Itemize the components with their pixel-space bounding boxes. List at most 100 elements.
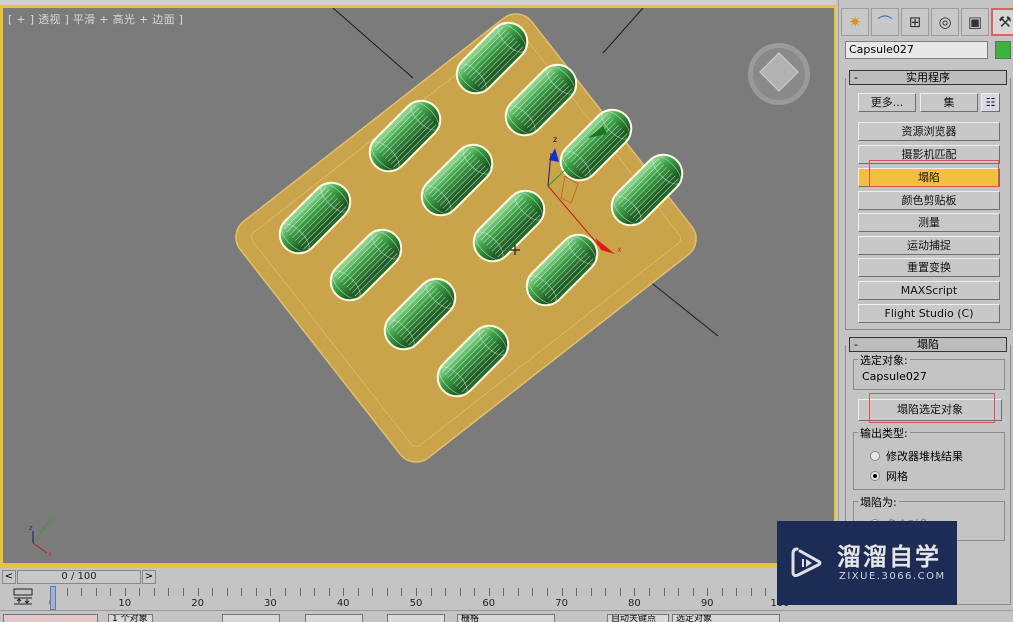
ruler-tick (343, 588, 345, 596)
ruler-tick (474, 588, 476, 596)
ruler-label: 20 (191, 598, 204, 609)
radio-modifier-stack-result[interactable]: 修改器堆栈结果 (870, 448, 963, 464)
maxscript-listener[interactable] (3, 614, 98, 622)
svg-text:z: z (29, 524, 33, 532)
curve-editor-toggle-icon[interactable] (12, 588, 34, 606)
ruler-label: 30 (264, 598, 277, 609)
time-slider-thumb[interactable]: 0 / 100 (17, 570, 141, 584)
next-frame-button[interactable]: > (142, 570, 156, 584)
viewcube[interactable] (748, 43, 810, 105)
z-coordinate-field[interactable] (387, 614, 445, 622)
ruler-tick (95, 588, 97, 596)
object-color-swatch[interactable] (995, 41, 1011, 59)
utility-button[interactable]: Flight Studio (C) (858, 304, 1000, 323)
radio-button[interactable] (870, 451, 880, 461)
utility-button[interactable]: 摄影机匹配 (858, 145, 1000, 164)
ruler-tick (459, 588, 461, 596)
auto-key-button[interactable]: 自动关键点 (607, 614, 669, 622)
play-logo-icon (791, 547, 822, 578)
ruler-tick (314, 588, 316, 596)
ruler-tick (270, 588, 272, 596)
ruler-tick (707, 588, 709, 596)
hierarchy-icon: ⊞ (908, 13, 922, 31)
tab-hierarchy[interactable]: ⊞ (901, 8, 929, 36)
ruler-tick (299, 588, 301, 596)
viewcube-box-icon[interactable] (759, 52, 799, 92)
ruler-tick (255, 588, 257, 596)
ruler-tick (765, 588, 767, 596)
time-slider[interactable]: < 0 / 100 > (0, 566, 836, 584)
axis-tripod-icon: y z x (29, 516, 52, 558)
radio-label: 修改器堆栈结果 (886, 450, 963, 463)
scene-canvas[interactable]: x z (3, 8, 836, 566)
y-coordinate-field[interactable] (305, 614, 363, 622)
ruler-tick (153, 588, 155, 596)
ruler-tick (183, 588, 185, 596)
grid-label: 栅格 (457, 614, 555, 622)
utility-button[interactable]: 重置变换 (858, 258, 1000, 277)
ruler-tick (139, 588, 141, 596)
key-filter-dropdown[interactable]: 选定对象 (672, 614, 780, 622)
perspective-viewport[interactable]: x z [ + ] 透视 ] 平滑 + 高光 + 边面 ] y z x (0, 5, 836, 566)
trackbar[interactable]: 0102030405060708090100 (0, 584, 790, 610)
ruler-tick (212, 588, 214, 596)
ruler-tick (430, 588, 432, 596)
modify-arc-icon: ⌒ (877, 13, 893, 32)
viewport-label[interactable]: [ + ] 透视 ] 平滑 + 高光 + 边面 ] (8, 11, 183, 27)
display-icon: ▣ (967, 13, 983, 31)
ruler-label: 80 (628, 598, 641, 609)
ruler-tick (648, 588, 650, 596)
world-grid-line (602, 8, 644, 54)
tab-utilities[interactable]: ⚒ (991, 8, 1013, 36)
ruler-tick (503, 588, 505, 596)
ruler-tick (561, 588, 563, 596)
utility-button[interactable]: 测量 (858, 213, 1000, 232)
utility-button[interactable]: MAXScript (858, 281, 1000, 300)
utility-button[interactable]: 运动捕捉 (858, 236, 1000, 255)
ruler-tick (328, 588, 330, 596)
watermark-title: 溜溜自学 (837, 543, 941, 571)
ruler-tick (619, 588, 621, 596)
radio-mesh[interactable]: 网格 (870, 468, 908, 484)
utility-button[interactable]: 颜色剪贴板 (858, 191, 1000, 210)
trackbar-ruler[interactable]: 0102030405060708090100 (49, 586, 790, 610)
ruler-tick (284, 588, 286, 596)
object-name-field[interactable]: Capsule027 (845, 41, 988, 59)
selected-object-value: Capsule027 (862, 370, 927, 383)
command-panel-tabs: ✷ ⌒ ⊞ ◎ ▣ ⚒ (841, 8, 1013, 36)
ruler-tick (634, 588, 636, 596)
selected-objects-group: 选定对象: Capsule027 (853, 352, 1005, 390)
time-cursor[interactable] (50, 586, 56, 610)
status-bar: 1 个对象 栅格 自动关键点 选定对象 (0, 610, 1013, 622)
z-axis-label: z (553, 135, 557, 144)
hammer-icon: ⚒ (998, 13, 1012, 31)
tab-modify[interactable]: ⌒ (871, 8, 899, 36)
ruler-tick (357, 588, 359, 596)
selected-objects-label: 选定对象: (858, 352, 910, 368)
collapse-selected-button[interactable]: 塌陷选定对象 (858, 399, 1002, 421)
tab-motion[interactable]: ◎ (931, 8, 959, 36)
x-coordinate-field[interactable] (222, 614, 280, 622)
utility-button[interactable]: 塌陷 (858, 168, 1000, 187)
ruler-label: 60 (482, 598, 496, 609)
ruler-tick (401, 588, 403, 596)
ruler-tick (736, 588, 738, 596)
more-button[interactable]: 更多... (858, 93, 916, 112)
tab-display[interactable]: ▣ (961, 8, 989, 36)
ruler-tick (66, 588, 68, 596)
ruler-tick (532, 588, 534, 596)
ruler-tick (721, 588, 723, 596)
ruler-tick (692, 588, 694, 596)
ruler-label: 70 (555, 598, 568, 609)
utility-button[interactable]: 资源浏览器 (858, 122, 1000, 141)
world-grid-line (332, 8, 414, 79)
selection-count: 1 个对象 (108, 614, 153, 622)
ruler-tick (488, 588, 490, 596)
configure-sets-button[interactable]: ☷ (981, 93, 1000, 112)
tab-create[interactable]: ✷ (841, 8, 869, 36)
previous-frame-button[interactable]: < (2, 570, 16, 584)
radio-button[interactable] (870, 471, 880, 481)
sets-button[interactable]: 集 (920, 93, 978, 112)
ruler-label: 50 (409, 598, 423, 609)
ruler-tick (605, 588, 607, 596)
